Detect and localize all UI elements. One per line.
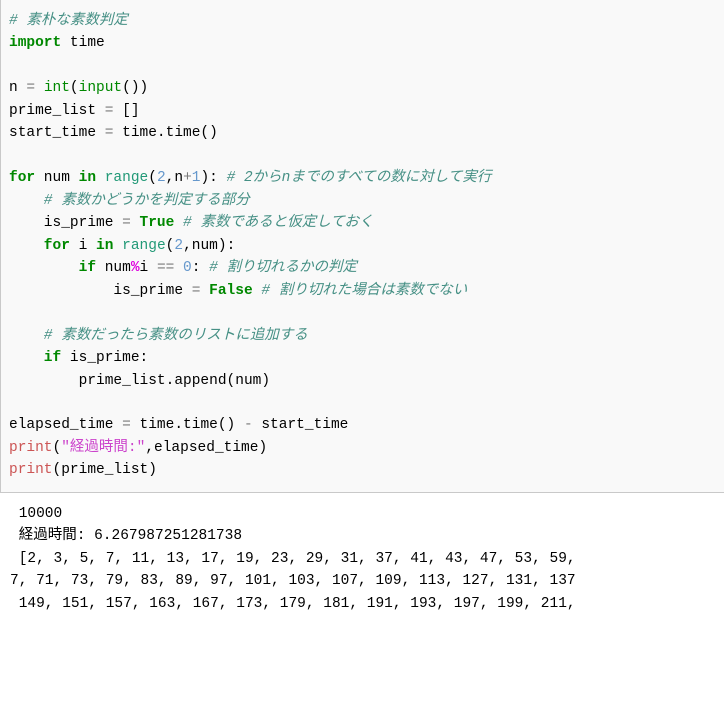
bool-false: False	[200, 283, 252, 299]
var-num: num	[35, 170, 79, 186]
builtin-range: range	[96, 170, 148, 186]
var-start-time: start_time	[9, 125, 105, 141]
op-mod: %	[131, 260, 140, 276]
output-line: 7, 71, 73, 79, 83, 89, 97, 101, 103, 107…	[10, 573, 576, 589]
number: 2	[157, 170, 166, 186]
keyword-import: import	[9, 35, 61, 51]
keyword-in: in	[79, 170, 96, 186]
empty-list: []	[113, 103, 139, 119]
builtin-print: print	[9, 462, 53, 478]
var-num: num	[192, 238, 218, 254]
number: 2	[174, 238, 183, 254]
op-plus: +	[183, 170, 192, 186]
var-n: n	[9, 80, 26, 96]
output-line: [2, 3, 5, 7, 11, 13, 17, 19, 23, 29, 31,…	[10, 551, 576, 567]
var-is-prime: is_prime:	[61, 350, 148, 366]
args: ,elapsed_time)	[145, 440, 267, 456]
module-name: time	[61, 35, 105, 51]
comment: # 割り切れるかの判定	[200, 260, 357, 276]
comment: # 素数だったら素数のリストに追加する	[9, 328, 308, 344]
op-minus: -	[244, 417, 253, 433]
paren: (	[148, 170, 157, 186]
var-num: num	[96, 260, 131, 276]
paren: (	[70, 80, 79, 96]
string: "経過時間:"	[61, 440, 145, 456]
var-is-prime: is_prime	[9, 283, 192, 299]
var-i: i	[70, 238, 96, 254]
comment: # 素数かどうかを判定する部分	[9, 193, 250, 209]
var-is-prime: is_prime	[9, 215, 122, 231]
op-assign: =	[122, 215, 131, 231]
time-call: time.time()	[113, 125, 217, 141]
number: 0	[174, 260, 191, 276]
var-prime-list: prime_list	[9, 103, 105, 119]
comment: # 素朴な素数判定	[9, 13, 128, 29]
space	[35, 80, 44, 96]
args: (prime_list)	[53, 462, 157, 478]
var-i: i	[140, 260, 157, 276]
output-line: 10000	[10, 506, 62, 522]
op-eq: ==	[157, 260, 174, 276]
paren: (	[53, 440, 62, 456]
comma: ,	[183, 238, 192, 254]
keyword-for: for	[9, 170, 35, 186]
paren-colon: ):	[218, 238, 235, 254]
comment: # 素数であると仮定しておく	[174, 215, 373, 231]
builtin-print: print	[9, 440, 53, 456]
output-cell: 10000 経過時間: 6.267987251281738 [2, 3, 5, …	[0, 495, 724, 623]
output-line: 149, 151, 157, 163, 167, 173, 179, 181, …	[10, 596, 584, 612]
builtin-range: range	[113, 238, 165, 254]
var-n: n	[174, 170, 183, 186]
builtin-input: input	[79, 80, 123, 96]
time-call: time.time()	[131, 417, 244, 433]
op-assign: =	[122, 417, 131, 433]
keyword-if: if	[9, 260, 96, 276]
keyword-for: for	[9, 238, 70, 254]
paren-close: ())	[122, 80, 148, 96]
comment: # 割り切れた場合は素数でない	[253, 283, 468, 299]
var-elapsed: elapsed_time	[9, 417, 122, 433]
keyword-if: if	[9, 350, 61, 366]
bool-true: True	[131, 215, 175, 231]
op-assign: =	[26, 80, 35, 96]
comment: # 2からnまでのすべての数に対して実行	[218, 170, 491, 186]
output-line: 経過時間: 6.267987251281738	[10, 528, 242, 544]
keyword-in: in	[96, 238, 113, 254]
var-start-time: start_time	[253, 417, 349, 433]
append-call: prime_list.append(num)	[9, 373, 270, 389]
builtin-int: int	[44, 80, 70, 96]
paren-colon: ):	[200, 170, 217, 186]
code-cell: # 素朴な素数判定 import time n = int(input()) p…	[0, 0, 724, 493]
